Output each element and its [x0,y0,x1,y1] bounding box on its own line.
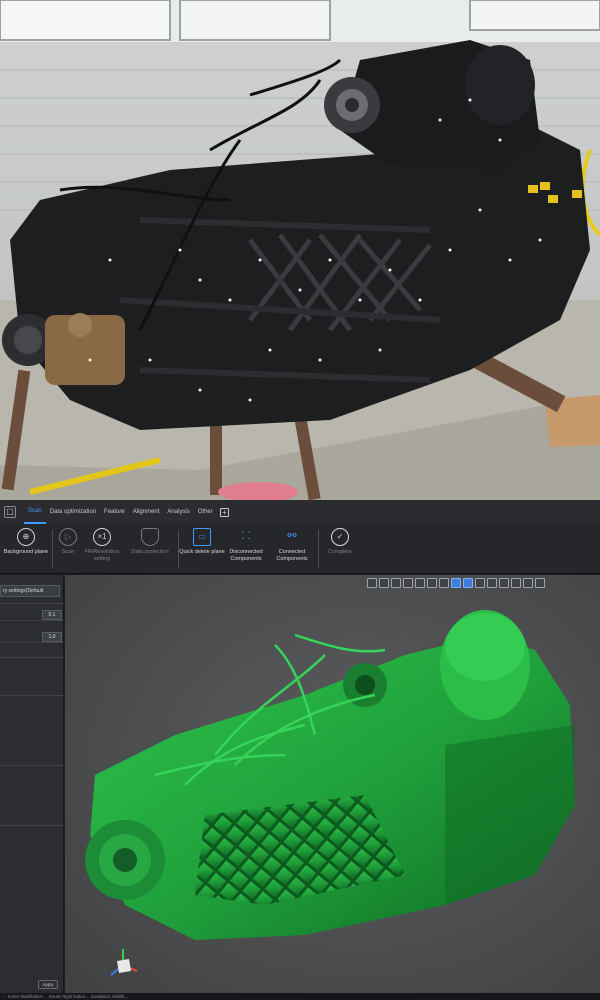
disconnected-components-button[interactable]: ⸬ Disconnected Components [220,527,272,563]
tab-data-optimization[interactable]: Data optimization [46,500,100,524]
tab-alignment[interactable]: Alignment [129,500,164,524]
data-protection-label: Data protection [131,549,169,555]
show-icon[interactable] [499,578,509,588]
texture-icon[interactable] [475,578,485,588]
viewport-toolbar [367,578,545,588]
connected-components-button[interactable]: ⚯ Connected Components [266,527,318,563]
select-icon[interactable] [367,578,377,588]
crosshair-icon: ⊕ [17,528,35,546]
tab-other[interactable]: Other [194,500,217,524]
complete-label: Complete [328,549,352,555]
apply-button[interactable]: Apply [38,980,58,989]
preset-select[interactable]: ry settings(Default [0,585,60,597]
complete-button[interactable]: ✓ Complete [314,527,366,556]
data-protection-button[interactable]: Data protection [124,527,176,556]
setting-value-1[interactable]: 0.1 [42,610,62,620]
rotate-icon[interactable] [439,578,449,588]
lasso-icon[interactable] [379,578,389,588]
disconnected-components-label: Disconnected Components [229,549,263,562]
rect-select-icon[interactable] [391,578,401,588]
mesh-icon[interactable] [451,578,461,588]
color-icon[interactable] [511,578,521,588]
settings-sidebar: ry settings(Default 0.1 1.0 Apply [0,575,64,1000]
main-tab-bar: ▢ Scan Data optimization Feature Alignme… [0,500,600,524]
view-top-icon[interactable] [427,578,437,588]
tab-scan[interactable]: Scan [24,500,46,524]
check-circle-icon: ✓ [331,528,349,546]
tab-analysis[interactable]: Analysis [163,500,193,524]
play-icon: ▷ [59,528,77,546]
scanned-mesh [85,610,575,940]
app-menu-button[interactable]: ▢ [4,506,16,518]
shade-icon[interactable] [523,578,533,588]
setting-row-2: 1.0 [0,632,64,643]
connected-icon: ⚯ [287,530,297,542]
tab-feature[interactable]: Feature [100,500,129,524]
3d-viewport[interactable] [65,575,600,995]
quick-delete-plane-label: Quick delete plane [179,549,225,555]
view-front-icon[interactable] [403,578,413,588]
setting-value-2[interactable]: 1.0 [42,632,62,642]
export-icon[interactable] [535,578,545,588]
points-icon[interactable] [463,578,473,588]
ribbon-toolbar: ⊕ Background plane ▷ Scan ×1 FR/Resoluti… [0,524,600,574]
resolution-setting-label: FR/Resolution setting [84,549,120,562]
gearbox-photo [0,0,600,500]
scanner-app: ▢ Scan Data optimization Feature Alignme… [0,500,600,1000]
status-bar: ... Select Modification ... mouse Right … [0,993,600,1000]
setting-row-1: 0.1 [0,610,64,621]
disconnected-icon: ⸬ [241,530,251,542]
shield-icon [141,528,159,546]
orientation-gizmo-icon[interactable] [103,945,143,985]
connected-components-label: Connected Components [276,549,308,562]
resolution-setting-button[interactable]: ×1 FR/Resolution setting [76,527,128,563]
plane-delete-icon: ▭ [193,528,211,546]
scan-label: Scan [61,549,75,555]
hide-icon[interactable] [487,578,497,588]
add-tab-icon[interactable]: + [219,507,229,517]
resolution-icon: ×1 [93,528,111,546]
view-iso-icon[interactable] [415,578,425,588]
